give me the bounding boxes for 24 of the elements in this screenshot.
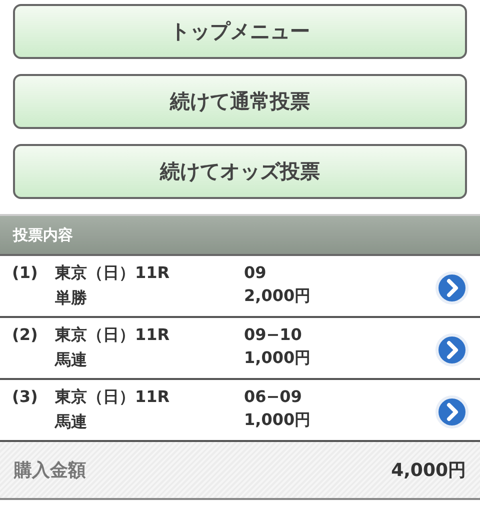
race-name: 東京（日）11R xyxy=(55,325,171,346)
bet-number: (3) xyxy=(11,387,39,406)
race-name: 東京（日）11R xyxy=(55,387,171,408)
total-label: 購入金額 xyxy=(14,459,86,482)
bet-amount: 1,000円 xyxy=(244,410,312,431)
chevron-right-icon[interactable] xyxy=(435,395,469,429)
menu-button[interactable]: トップメニュー xyxy=(13,4,467,59)
total-amount: 4,000円 xyxy=(391,459,466,482)
bet-number: (2) xyxy=(11,325,39,344)
bet-amount: 2,000円 xyxy=(244,286,312,307)
bet-number: (1) xyxy=(11,263,39,282)
section-title: 投票内容 xyxy=(13,226,73,244)
chevron-right-icon[interactable] xyxy=(435,271,469,305)
bet-type: 馬連 xyxy=(55,350,88,371)
bet-type: 単勝 xyxy=(55,288,88,309)
bet-amount: 1,000円 xyxy=(244,348,312,369)
race-name: 東京（日）11R xyxy=(55,263,171,284)
bet-type: 馬連 xyxy=(55,412,88,433)
horse-selection: 09 xyxy=(244,263,268,282)
chevron-right-icon[interactable] xyxy=(435,333,469,367)
menu-button[interactable]: 続けてオッズ投票 xyxy=(13,144,467,199)
horse-selection: 06−09 xyxy=(244,387,303,406)
horse-selection: 09−10 xyxy=(244,325,303,344)
menu-button[interactable]: 続けて通常投票 xyxy=(13,74,467,129)
